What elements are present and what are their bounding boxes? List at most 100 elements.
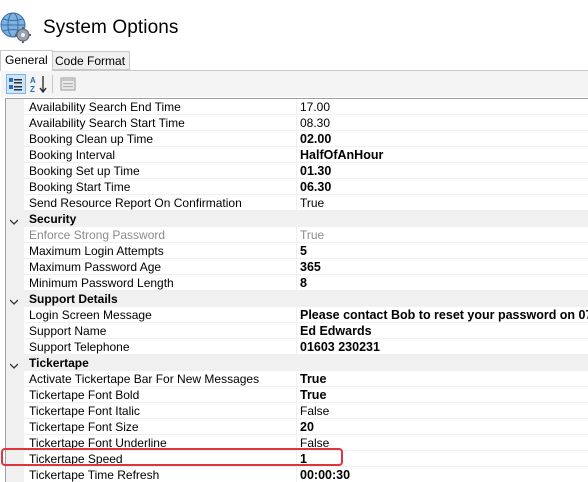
property-row[interactable]: Tickertape Font Size 20 (6, 419, 588, 435)
property-row[interactable]: Support Name Ed Edwards (6, 323, 588, 339)
property-value[interactable]: 17.00 (297, 99, 588, 115)
row-margin (6, 339, 24, 355)
property-value[interactable]: True (297, 195, 588, 211)
property-row[interactable]: Maximum Login Attempts 5 (6, 243, 588, 259)
property-value[interactable]: 01603 230231 (297, 339, 588, 355)
property-row[interactable]: Activate Tickertape Bar For New Messages… (6, 371, 588, 387)
row-margin (6, 115, 24, 131)
row-margin (6, 403, 24, 419)
property-name: Tickertape Time Refresh (24, 467, 297, 482)
property-value[interactable]: 00:00:30 (297, 467, 588, 482)
property-name: Maximum Login Attempts (24, 243, 297, 259)
window-header: System Options (0, 0, 588, 50)
row-margin (6, 131, 24, 147)
tab-code-format[interactable]: Code Format (50, 51, 131, 70)
collapse-chevron-icon[interactable] (9, 215, 19, 225)
property-row[interactable]: Minimum Password Length 8 (6, 275, 588, 291)
property-name: Support Name (24, 323, 297, 339)
row-margin (6, 243, 24, 259)
property-row[interactable]: Login Screen Message Please contact Bob t… (6, 307, 588, 323)
property-row[interactable]: Enforce Strong Password True (6, 227, 588, 243)
toolbar-separator (52, 75, 53, 93)
property-pages-button[interactable] (58, 74, 78, 94)
property-value[interactable]: Ed Edwards (297, 323, 588, 339)
tab-general[interactable]: General (0, 50, 53, 71)
property-grid: Availability Search End Time 17.00 Availab… (5, 98, 588, 482)
property-row[interactable]: Booking Set up Time 01.30 (6, 163, 588, 179)
property-value[interactable]: 06.30 (297, 179, 588, 195)
property-row[interactable]: Tickertape Font Bold True (6, 387, 588, 403)
property-value[interactable]: 01.30 (297, 163, 588, 179)
row-margin (6, 275, 24, 291)
alphabetical-sort-button[interactable]: A Z (29, 74, 49, 94)
property-value[interactable]: Please contact Bob to reset your passwor… (297, 307, 588, 323)
property-name: Minimum Password Length (24, 275, 297, 291)
row-margin (6, 387, 24, 403)
row-margin (6, 147, 24, 163)
property-value[interactable]: 365 (297, 259, 588, 275)
highlight-annotation (1, 448, 343, 466)
property-value[interactable]: True (297, 387, 588, 403)
property-name: Availability Search Start Time (24, 115, 297, 131)
categorized-view-icon (7, 78, 25, 96)
property-value[interactable]: 8 (297, 275, 588, 291)
property-value[interactable]: True (297, 371, 588, 387)
property-row[interactable]: Tickertape Font Italic False (6, 403, 588, 419)
property-name: Tickertape Font Bold (24, 387, 297, 403)
alphabetical-sort-icon: A Z (29, 76, 49, 97)
row-margin (6, 99, 24, 115)
collapse-chevron-icon[interactable] (9, 359, 19, 369)
globe-gear-icon (0, 8, 32, 44)
row-margin (6, 371, 24, 387)
property-row[interactable]: Availability Search End Time 17.00 (6, 99, 588, 115)
property-name: Booking Set up Time (24, 163, 297, 179)
property-value[interactable]: 02.00 (297, 131, 588, 147)
property-name: Activate Tickertape Bar For New Messages (24, 371, 297, 387)
row-margin (6, 163, 24, 179)
property-row[interactable]: Booking Start Time 06.30 (6, 179, 588, 195)
category-row[interactable]: Support Details (6, 291, 588, 307)
property-name: Booking Interval (24, 147, 297, 163)
property-name: Support Telephone (24, 339, 297, 355)
property-name: Booking Clean up Time (24, 131, 297, 147)
property-name: Send Resource Report On Confirmation (24, 195, 297, 211)
property-value[interactable]: 20 (297, 419, 588, 435)
property-value[interactable]: 5 (297, 243, 588, 259)
row-margin (6, 467, 24, 482)
row-margin (6, 179, 24, 195)
property-row[interactable]: Send Resource Report On Confirmation True (6, 195, 588, 211)
property-value[interactable]: True (297, 227, 588, 243)
property-row[interactable]: Support Telephone 01603 230231 (6, 339, 588, 355)
row-margin (6, 259, 24, 275)
row-margin (6, 419, 24, 435)
svg-text:Z: Z (30, 85, 35, 94)
window-title: System Options (43, 17, 179, 38)
property-name: Tickertape Font Italic (24, 403, 297, 419)
property-name: Login Screen Message (24, 307, 297, 323)
category-row[interactable]: Security (6, 211, 588, 227)
property-pages-icon (58, 77, 78, 97)
row-margin (6, 227, 24, 243)
property-grid-toolbar: A Z (1, 71, 588, 97)
property-value[interactable]: HalfOfAnHour (297, 147, 588, 163)
svg-text:A: A (30, 76, 36, 85)
row-margin (6, 195, 24, 211)
property-name: Tickertape Font Size (24, 419, 297, 435)
property-row[interactable]: Tickertape Time Refresh 00:00:30 (6, 467, 588, 482)
property-row[interactable]: Booking Interval HalfOfAnHour (6, 147, 588, 163)
property-name: Booking Start Time (24, 179, 297, 195)
property-value[interactable]: 08.30 (297, 115, 588, 131)
category-row[interactable]: Tickertape (6, 355, 588, 371)
property-name: Enforce Strong Password (24, 227, 297, 243)
collapse-chevron-icon[interactable] (9, 295, 19, 305)
property-row[interactable]: Booking Clean up Time 02.00 (6, 131, 588, 147)
property-name: Availability Search End Time (24, 99, 297, 115)
property-row[interactable]: Availability Search Start Time 08.30 (6, 115, 588, 131)
category-label: Tickertape (29, 356, 89, 370)
tab-strip: General Code Format (0, 50, 588, 71)
property-row[interactable]: Maximum Password Age 365 (6, 259, 588, 275)
row-margin (6, 307, 24, 323)
categorized-view-button[interactable] (6, 74, 26, 94)
property-value[interactable]: False (297, 403, 588, 419)
row-margin (6, 323, 24, 339)
